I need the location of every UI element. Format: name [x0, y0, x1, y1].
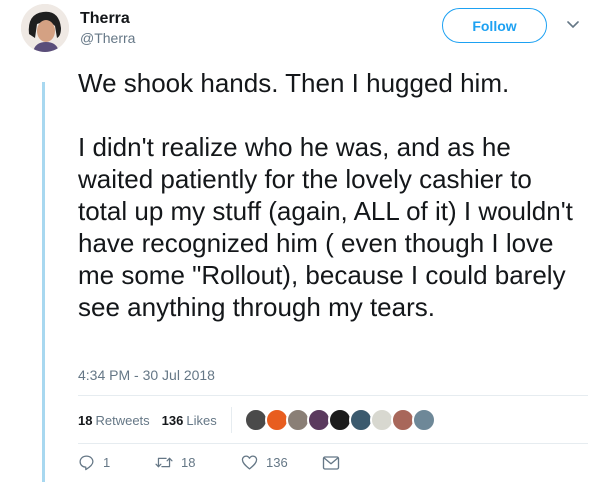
retweet-button[interactable]: 18	[155, 454, 241, 471]
retweets-count: 18	[78, 412, 93, 428]
tweet-text: We shook hands. Then I hugged him. I did…	[78, 67, 588, 323]
display-name[interactable]: Therra	[80, 9, 135, 29]
user-handle[interactable]: @Therra	[80, 29, 135, 47]
tweet-header: Therra @Therra Follow	[21, 4, 591, 56]
like-count: 136	[266, 455, 288, 470]
divider	[78, 443, 588, 444]
chevron-down-icon[interactable]	[566, 18, 580, 32]
likes-count: 136	[161, 412, 184, 428]
user-info: Therra @Therra	[80, 9, 135, 47]
heart-icon	[241, 455, 258, 470]
reply-icon	[79, 455, 94, 471]
reply-button[interactable]: 1	[78, 454, 155, 471]
tweet-stats: 18 Retweets 136 Likes	[78, 407, 436, 433]
envelope-icon	[322, 455, 340, 470]
retweet-count: 18	[181, 455, 196, 470]
tweet-actions: 1 18 136	[78, 454, 348, 471]
reply-count: 1	[103, 455, 111, 470]
liker-avatars	[243, 408, 436, 432]
profile-photo-icon	[21, 4, 69, 52]
stats-separator	[230, 407, 232, 433]
thread-connector-line	[42, 82, 45, 482]
follow-button[interactable]: Follow	[442, 8, 547, 43]
likes-label: Likes	[186, 412, 217, 428]
retweet-icon	[155, 457, 173, 468]
tweet-timestamp[interactable]: 4:34 PM - 30 Jul 2018	[78, 367, 215, 383]
retweets-stat[interactable]: 18 Retweets	[78, 413, 150, 428]
divider	[78, 395, 588, 396]
tweet-paragraph-2: I didn't realize who he was, and as he w…	[78, 132, 573, 322]
like-button[interactable]: 136	[241, 454, 322, 471]
likes-stat[interactable]: 136 Likes	[162, 413, 217, 428]
avatar[interactable]	[21, 4, 69, 52]
retweets-label: Retweets	[95, 412, 150, 428]
direct-message-button[interactable]	[322, 455, 348, 471]
tweet-paragraph-1: We shook hands. Then I hugged him.	[78, 68, 510, 98]
liker-avatar-9[interactable]	[411, 408, 436, 432]
